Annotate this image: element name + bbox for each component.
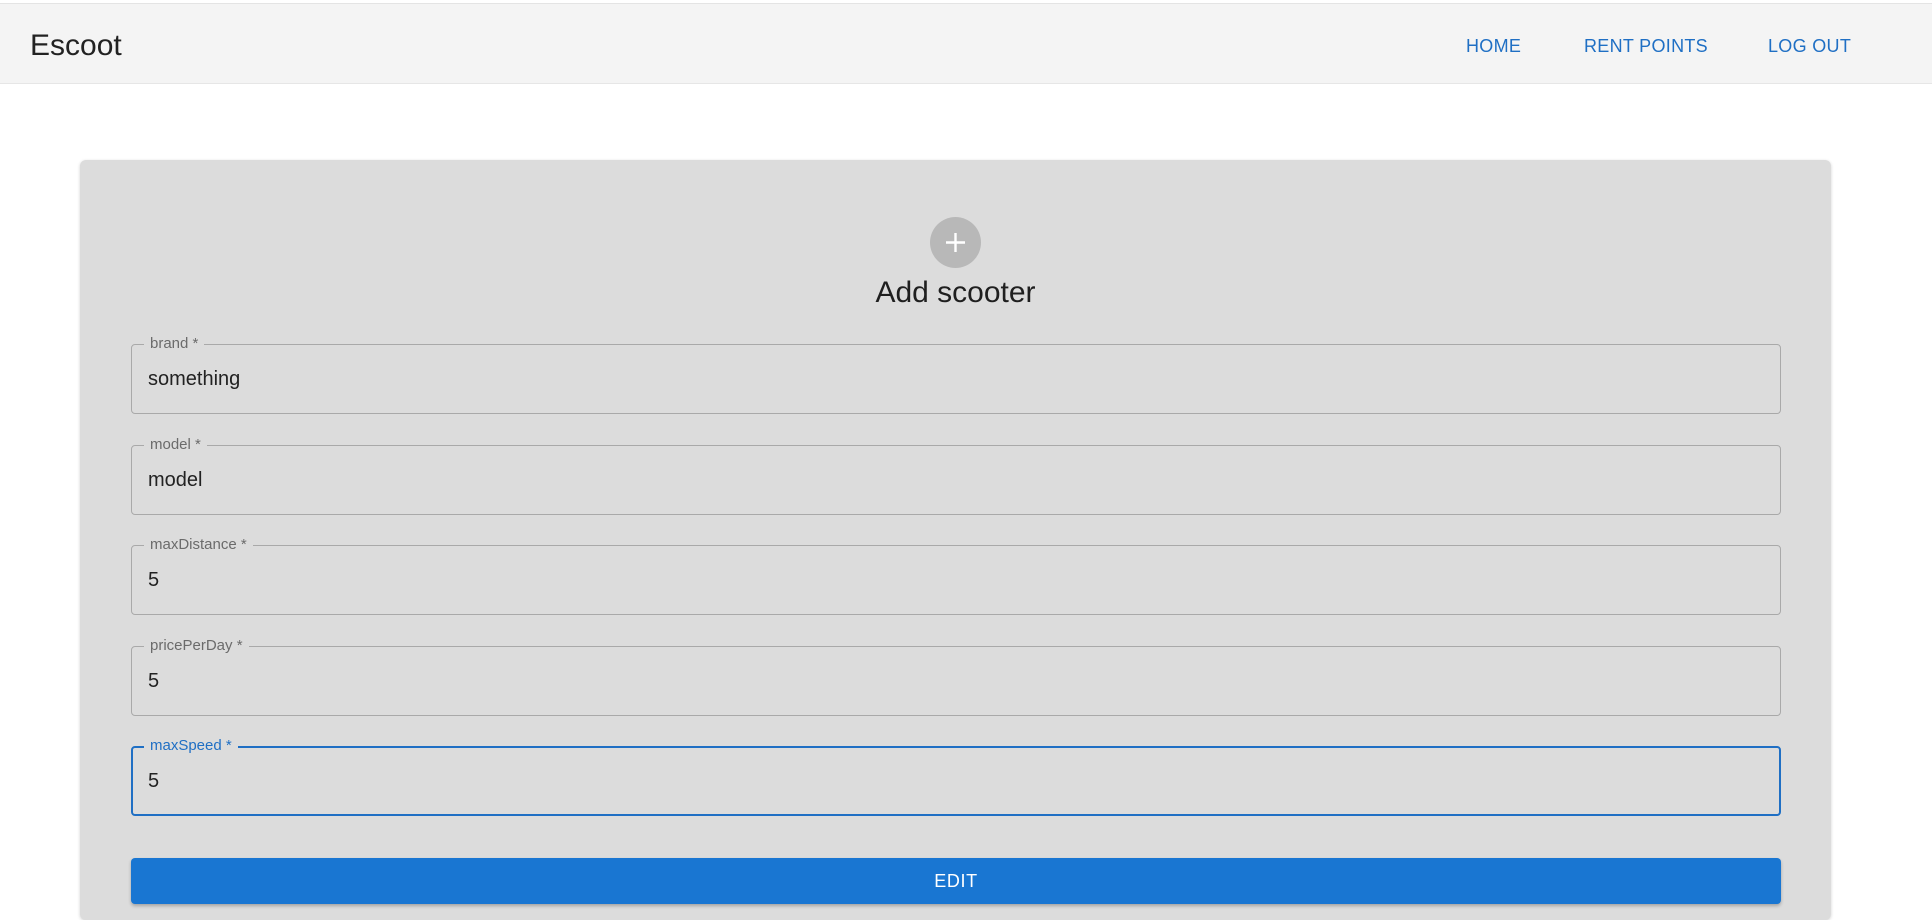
price-per-day-input[interactable]	[148, 661, 1748, 701]
plus-icon	[946, 233, 965, 252]
app-title: Escoot	[30, 29, 122, 62]
model-input[interactable]	[148, 460, 1748, 500]
brand-field: brand *	[131, 335, 1781, 414]
max-speed-field-label: maxSpeed *	[144, 737, 238, 755]
add-scooter-card: Add scooter brand * model * maxDistance …	[80, 160, 1831, 920]
nav-home-link[interactable]: HOME	[1466, 34, 1521, 58]
max-speed-input[interactable]	[148, 761, 1748, 801]
max-distance-field: maxDistance *	[131, 536, 1781, 615]
max-distance-input[interactable]	[148, 560, 1748, 600]
model-field-label: model *	[144, 436, 207, 454]
max-speed-field: maxSpeed *	[131, 737, 1781, 816]
brand-input[interactable]	[148, 359, 1748, 399]
edit-button[interactable]: EDIT	[131, 858, 1781, 904]
model-field: model *	[131, 436, 1781, 515]
nav-rent-points-link[interactable]: RENT POINTS	[1584, 34, 1708, 58]
nav-log-out-link[interactable]: LOG OUT	[1768, 34, 1851, 58]
form-title: Add scooter	[875, 276, 1036, 309]
brand-field-label: brand *	[144, 335, 205, 353]
price-per-day-field-label: pricePerDay *	[144, 637, 249, 655]
form-avatar	[930, 217, 981, 268]
app-header: Escoot HOME RENT POINTS LOG OUT	[0, 3, 1932, 84]
price-per-day-field: pricePerDay *	[131, 637, 1781, 716]
max-distance-field-label: maxDistance *	[144, 536, 253, 554]
